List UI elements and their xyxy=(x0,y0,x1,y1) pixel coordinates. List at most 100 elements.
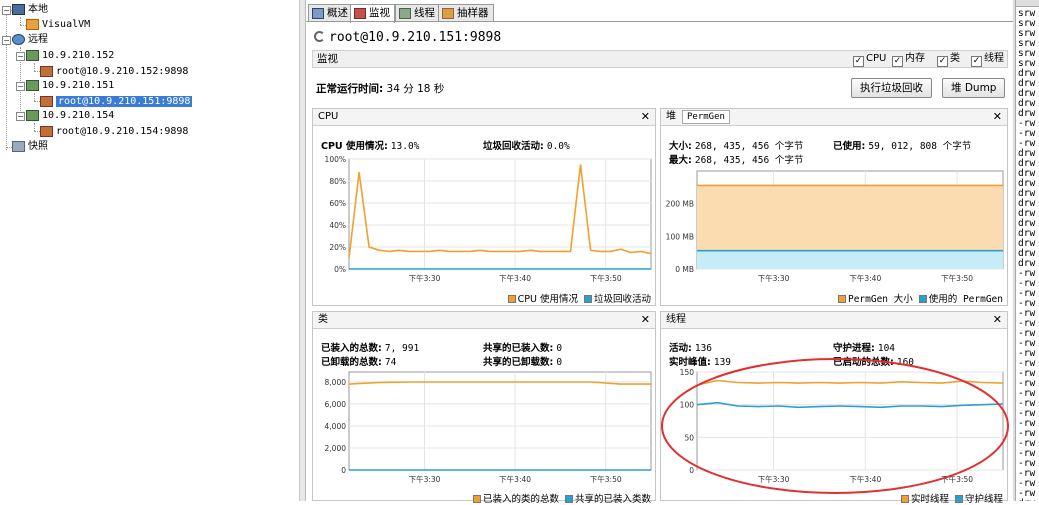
y-tick-label: 100 MB xyxy=(666,232,694,241)
page-title: root@10.9.210.151:9898 xyxy=(314,30,501,45)
gc-activity-stat: 垃圾回收活动: 0.0% xyxy=(483,141,570,152)
tree-node-remote[interactable]: 远程 xyxy=(12,32,48,47)
y-tick-label: 6,000 xyxy=(325,400,347,409)
heap-tab[interactable]: 堆 xyxy=(666,111,676,122)
monitor-icon xyxy=(354,8,366,19)
close-icon[interactable]: ✕ xyxy=(641,312,650,328)
tab-sampler[interactable]: 抽样器 xyxy=(438,4,494,22)
close-icon[interactable]: ✕ xyxy=(993,109,1002,125)
heap-dump-button[interactable]: 堆 Dump xyxy=(942,78,1006,98)
tree-node-host-152[interactable]: 10.9.210.152 xyxy=(26,48,114,63)
tree-node-host-154[interactable]: 10.9.210.154 xyxy=(26,108,114,123)
collapse-toggle[interactable]: − xyxy=(2,6,11,15)
legend-swatch-blue xyxy=(564,495,573,503)
checkbox-memory[interactable]: ✓ 内存 xyxy=(892,53,925,67)
loaded-classes-stat: 已装入的总数: 7, 991 xyxy=(321,343,420,354)
legend-swatch-orange xyxy=(472,495,481,503)
collapse-toggle[interactable]: − xyxy=(16,82,25,91)
loading-spinner-icon xyxy=(314,31,325,42)
y-tick-label: 100% xyxy=(325,155,346,164)
panel-header: CPU ✕ xyxy=(313,109,655,126)
y-tick-label: 4,000 xyxy=(325,422,347,431)
checkbox-cpu[interactable]: ✓ CPU xyxy=(853,53,886,67)
threads-icon xyxy=(399,8,411,19)
monitor-view: 概述 监视 线程 抽样器 root@10.9.210.151:9898 监视 ✓… xyxy=(306,0,1013,505)
close-icon[interactable]: ✕ xyxy=(993,312,1002,328)
collapse-toggle[interactable]: − xyxy=(2,36,11,45)
collapse-toggle[interactable]: − xyxy=(16,52,25,61)
cpu-usage-stat: CPU 使用情况: 13.0% xyxy=(321,141,420,152)
java-app-icon xyxy=(40,65,53,77)
x-tick-label: 下午3:40 xyxy=(499,273,531,283)
tree-node-app-154[interactable]: root@10.9.210.154:9898 xyxy=(40,124,188,139)
close-icon[interactable]: ✕ xyxy=(641,109,650,125)
x-tick-label: 下午3:30 xyxy=(409,273,441,283)
y-tick-label: 0% xyxy=(334,265,346,274)
permgen-legend: PermGen 大小 使用的 PermGen xyxy=(832,291,1003,305)
x-tick-label: 下午3:30 xyxy=(758,273,790,283)
cpu-legend: CPU 使用情况 垃圾回收活动 xyxy=(502,291,651,305)
y-tick-label: 8,000 xyxy=(325,378,347,387)
perform-gc-button[interactable]: 执行垃圾回收 xyxy=(851,78,932,98)
visualvm-icon xyxy=(26,18,39,30)
series-area xyxy=(697,250,1003,269)
java-app-icon xyxy=(40,125,53,137)
y-tick-label: 20% xyxy=(329,243,346,252)
classes-panel: 类 ✕ 已装入的总数: 7, 991 已卸载的总数: 74 共享的已装入数: 0 … xyxy=(312,311,656,505)
unloaded-classes-stat: 已卸载的总数: 74 xyxy=(321,357,397,368)
classes-legend: 已装入的类的总数 共享的已装入类数 xyxy=(467,491,651,505)
x-tick-label: 下午3:40 xyxy=(849,273,881,283)
x-tick-label: 下午3:50 xyxy=(590,474,622,484)
checkbox-checked-icon: ✓ xyxy=(853,56,864,67)
checkbox-checked-icon: ✓ xyxy=(937,56,948,67)
collapse-toggle[interactable]: − xyxy=(16,112,25,121)
tab-threads[interactable]: 线程 xyxy=(395,4,440,22)
monitor-header: 监视 ✓ CPU ✓ 内存 ✓ 类 ✓ 线程 xyxy=(312,50,1008,68)
tree-node-visualvm[interactable]: VisualVM xyxy=(26,17,90,32)
x-tick-label: 下午3:50 xyxy=(590,273,622,283)
java-app-icon xyxy=(40,95,53,107)
cpu-chart: 0% 20% 40% 60% 80% 100% 下午3:30 下午3:40 下午3:50 xyxy=(313,155,655,287)
tree-node-host-151[interactable]: 10.9.210.151 xyxy=(26,78,114,93)
panel-header: 线程 ✕ xyxy=(661,312,1007,329)
red-circle-annotation xyxy=(661,358,1009,494)
legend-swatch-blue xyxy=(583,295,592,303)
x-tick-label: 下午3:40 xyxy=(499,474,531,484)
y-tick-label: 80% xyxy=(329,177,346,186)
permgen-chart: 0 MB 100 MB 200 MB 下午3:30 下午3:40 下午3:50 xyxy=(661,167,1007,287)
overview-icon xyxy=(312,8,324,19)
uptime: 正常运行时间: 34 分 18 秒 xyxy=(316,83,445,95)
cpu-panel: CPU ✕ CPU 使用情况: 13.0% 垃圾回收活动: 0.0% 0% 20% 4… xyxy=(312,108,656,306)
y-tick-label: 2,000 xyxy=(325,444,347,453)
legend-swatch-orange xyxy=(507,295,516,303)
tree-node-app-151[interactable]: root@10.9.210.151:9898 xyxy=(40,94,193,109)
checkbox-threads[interactable]: ✓ 线程 xyxy=(971,53,1004,67)
checkbox-checked-icon: ✓ xyxy=(892,56,903,67)
panel-header: 堆 PermGen ✕ xyxy=(661,109,1007,126)
permgen-used-stat: 已使用: 59, 012, 808 个字节 xyxy=(833,141,972,152)
permgen-tab[interactable]: PermGen xyxy=(682,110,730,124)
checkbox-classes[interactable]: ✓ 类 xyxy=(937,53,960,67)
heap-panel: 堆 PermGen ✕ 大小: 268, 435, 456 个字节 最大: 268,… xyxy=(660,108,1008,306)
tree-node-snapshots[interactable]: 快照 xyxy=(12,139,48,154)
legend-swatch-blue xyxy=(918,295,927,303)
y-tick-label: 0 MB xyxy=(675,265,694,274)
tree-node-app-152[interactable]: root@10.9.210.152:9898 xyxy=(40,64,188,79)
y-tick-label: 40% xyxy=(329,221,346,230)
checkbox-checked-icon: ✓ xyxy=(971,56,982,67)
shared-loaded-stat: 共享的已装入数: 0 xyxy=(483,343,563,354)
host-icon xyxy=(26,109,39,121)
terminal-panel: srw srw srw srw srw srw drw drw drw drw drw -rw -rw -… xyxy=(1015,0,1039,501)
x-tick-label: 下午3:50 xyxy=(941,273,973,283)
y-tick-label: 0 xyxy=(341,466,346,475)
sampler-icon xyxy=(442,8,454,19)
tree-node-local[interactable]: 本地 xyxy=(12,2,48,17)
computer-icon xyxy=(12,3,25,15)
tab-overview[interactable]: 概述 xyxy=(308,4,353,22)
permgen-max-stat: 最大: 268, 435, 456 个字节 xyxy=(669,155,804,166)
classes-chart: 0 2,000 4,000 6,000 8,000 下午3:30 下午3:40 下午3:50 xyxy=(313,368,655,488)
globe-icon xyxy=(12,33,25,45)
tab-strip: 概述 监视 线程 抽样器 xyxy=(306,4,1013,23)
applications-tree[interactable]: − 本地 VisualVM − 远程 − 10.9.210.152 root@1… xyxy=(0,0,300,501)
annotation-ellipse xyxy=(661,358,1009,494)
